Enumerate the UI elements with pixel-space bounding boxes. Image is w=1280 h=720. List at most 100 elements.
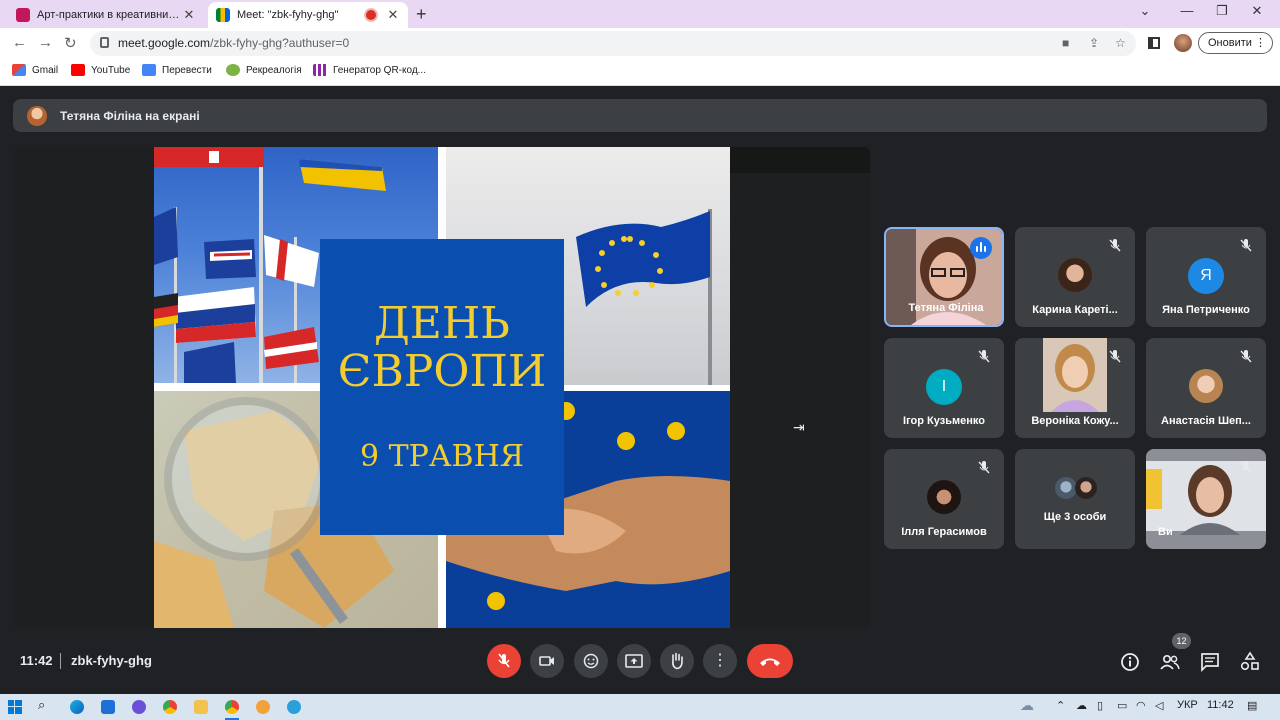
participant-name: Яна Петриченко bbox=[1162, 304, 1250, 316]
self-view-tile[interactable]: Ви bbox=[1146, 449, 1266, 549]
bookmark-star-icon[interactable]: ☆ bbox=[1115, 36, 1126, 50]
app-icon[interactable] bbox=[256, 700, 270, 714]
profile-avatar[interactable] bbox=[1174, 34, 1192, 52]
presenter-avatar bbox=[27, 106, 47, 126]
meeting-code[interactable]: zbk-fyhy-ghg bbox=[71, 653, 152, 668]
microphone-toggle-button[interactable] bbox=[487, 644, 521, 678]
side-panel-icon[interactable] bbox=[1148, 37, 1160, 49]
people-count-badge: 12 bbox=[1172, 633, 1191, 649]
taskbar-clock[interactable]: 11:42 bbox=[1207, 699, 1234, 711]
bookmark-label: Gmail bbox=[32, 64, 59, 76]
participant-tile[interactable]: Карина Кареті... bbox=[1015, 227, 1135, 327]
presenting-text: Тетяна Філіна на екрані bbox=[60, 109, 200, 123]
file-explorer-icon[interactable] bbox=[194, 700, 208, 714]
more-menu-icon[interactable]: ⋮ bbox=[1255, 36, 1266, 49]
back-arrow-icon[interactable]: ← bbox=[12, 34, 27, 51]
maximize-button[interactable]: ❐ bbox=[1207, 3, 1237, 19]
mic-off-icon bbox=[1240, 239, 1252, 252]
edge-icon[interactable] bbox=[70, 700, 84, 714]
participant-initial: Я bbox=[1188, 258, 1224, 294]
battery-icon[interactable]: ▭ bbox=[1117, 699, 1127, 712]
show-hidden-icons-icon[interactable]: ⌃ bbox=[1056, 699, 1065, 712]
activities-shapes-icon bbox=[1240, 651, 1259, 671]
present-screen-button[interactable] bbox=[617, 644, 651, 678]
volume-icon[interactable]: ◁ bbox=[1155, 699, 1163, 712]
close-tab-icon[interactable]: ✕ bbox=[386, 7, 400, 23]
telegram-icon[interactable] bbox=[287, 700, 301, 714]
participant-tile[interactable]: Тетяна Філіна bbox=[884, 227, 1004, 327]
people-button[interactable] bbox=[1159, 651, 1181, 673]
notifications-icon[interactable]: ▤ bbox=[1247, 699, 1257, 712]
mic-off-icon bbox=[1240, 461, 1252, 474]
tab-art-practices[interactable]: Арт-практики в креативних інд ✕ bbox=[8, 2, 204, 28]
bookmark-translate[interactable]: Перевести bbox=[142, 64, 212, 76]
language-indicator[interactable]: УКР bbox=[1177, 699, 1198, 711]
mic-off-icon bbox=[978, 461, 990, 474]
lock-icon bbox=[100, 37, 109, 48]
weather-icon[interactable]: ☁ bbox=[1020, 697, 1034, 714]
omnibox[interactable]: meet.google.com/zbk-fyhy-ghg?authuser=0 … bbox=[90, 31, 1136, 56]
media-icon[interactable] bbox=[132, 700, 146, 714]
bookmark-qr-generator[interactable]: Генератор QR-код... bbox=[313, 64, 426, 76]
bookmark-recreology[interactable]: Рекреалогія bbox=[226, 64, 302, 76]
people-icon bbox=[1160, 654, 1180, 670]
youtube-icon bbox=[71, 64, 85, 76]
participant-tile[interactable]: І Ігор Кузьменко bbox=[884, 338, 1004, 438]
onedrive-icon[interactable]: ☁ bbox=[1076, 699, 1087, 712]
camera-toggle-button[interactable] bbox=[530, 644, 564, 678]
more-vert-icon: ⋮ bbox=[712, 652, 728, 669]
shared-screen[interactable]: ДЕНЬ ЄВРОПИ 9 ТРАВНЯ ⇥ bbox=[13, 147, 870, 628]
emoji-icon bbox=[583, 653, 599, 669]
mic-off-icon bbox=[498, 653, 510, 668]
chat-button[interactable] bbox=[1199, 651, 1221, 673]
expand-arrow-icon[interactable]: ⇥ bbox=[793, 419, 805, 436]
chat-icon bbox=[1201, 653, 1219, 673]
windows-start-icon[interactable] bbox=[8, 700, 22, 714]
share-icon[interactable]: ⇪ bbox=[1089, 36, 1099, 50]
wifi-icon[interactable]: ◠ bbox=[1136, 699, 1146, 712]
meet-favicon-icon bbox=[216, 8, 230, 22]
mail-icon[interactable] bbox=[101, 700, 115, 714]
close-tab-icon[interactable]: ✕ bbox=[182, 7, 196, 23]
meeting-details-button[interactable] bbox=[1119, 651, 1141, 673]
more-options-button[interactable]: ⋮ bbox=[703, 644, 737, 678]
update-button[interactable]: Оновити ⋮ bbox=[1198, 32, 1273, 54]
participant-tile[interactable]: Ілля Герасимов bbox=[884, 449, 1004, 549]
bookmark-gmail[interactable]: Gmail bbox=[12, 64, 58, 76]
tab-meet[interactable]: Meet: "zbk-fyhy-ghg" ✕ bbox=[208, 2, 408, 28]
usb-icon[interactable]: ▯ bbox=[1097, 699, 1103, 712]
browser-tab-strip: Арт-практики в креативних інд ✕ Meet: "z… bbox=[0, 0, 1280, 28]
reload-icon[interactable]: ↻ bbox=[64, 34, 77, 52]
participant-tile[interactable]: Вероніка Кожу... bbox=[1015, 338, 1135, 438]
camera-permission-icon[interactable]: ■ bbox=[1062, 36, 1069, 50]
participant-name: Ігор Кузьменко bbox=[903, 415, 985, 427]
search-icon[interactable]: ⌕ bbox=[38, 697, 45, 713]
hand-icon bbox=[672, 652, 683, 670]
url-text[interactable]: meet.google.com/zbk-fyhy-ghg?authuser=0 bbox=[118, 36, 349, 50]
new-tab-button[interactable]: + bbox=[416, 4, 427, 25]
participant-name: Тетяна Філіна bbox=[908, 302, 984, 314]
qr-icon bbox=[313, 64, 327, 76]
forward-arrow-icon[interactable]: → bbox=[38, 34, 53, 51]
close-window-button[interactable]: ✕ bbox=[1242, 3, 1272, 19]
minimize-button[interactable]: — bbox=[1172, 3, 1202, 18]
bookmark-youtube[interactable]: YouTube bbox=[71, 64, 130, 76]
raise-hand-button[interactable] bbox=[660, 644, 694, 678]
recreology-icon bbox=[226, 64, 240, 76]
info-icon bbox=[1121, 653, 1139, 671]
tab-search-chevron-icon[interactable]: ⌄ bbox=[1130, 3, 1160, 19]
participant-tile[interactable]: Я Яна Петриченко bbox=[1146, 227, 1266, 327]
divider bbox=[60, 653, 61, 669]
video-camera-icon bbox=[539, 656, 554, 666]
activities-button[interactable] bbox=[1239, 651, 1261, 673]
participant-tile[interactable]: Анастасія Шеп... bbox=[1146, 338, 1266, 438]
present-screen-icon bbox=[625, 654, 643, 668]
chrome-icon[interactable] bbox=[163, 700, 177, 714]
leave-call-button[interactable] bbox=[747, 644, 793, 678]
mic-off-icon bbox=[1240, 350, 1252, 363]
participant-name: Анастасія Шеп... bbox=[1161, 415, 1251, 427]
chrome-active-icon[interactable] bbox=[225, 700, 239, 714]
participant-avatar bbox=[927, 480, 961, 514]
more-participants-tile[interactable]: Ще 3 особи bbox=[1015, 449, 1135, 549]
reactions-button[interactable] bbox=[574, 644, 608, 678]
